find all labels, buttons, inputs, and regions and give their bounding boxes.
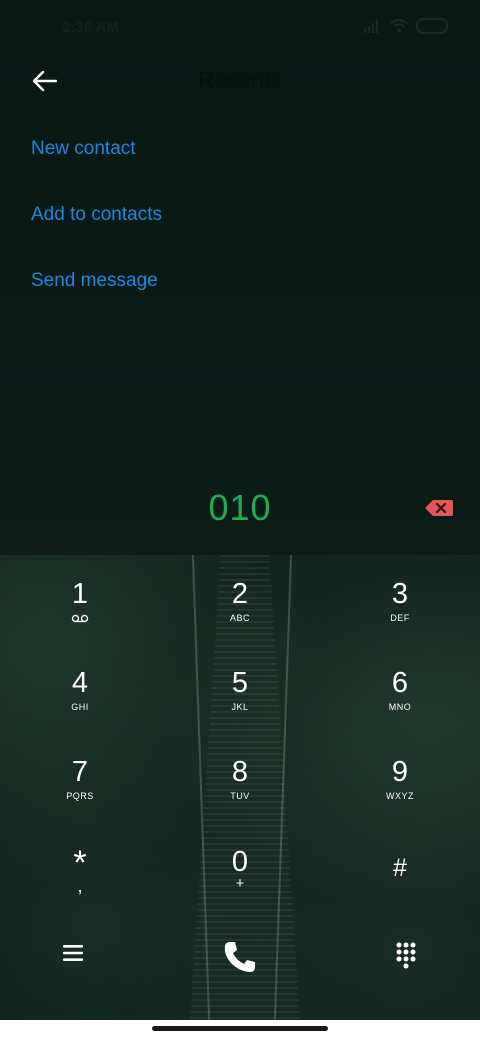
key-digit: 9 (391, 756, 409, 788)
voicemail-icon (71, 614, 89, 623)
key-star[interactable]: * , (20, 846, 140, 926)
key-digit: 7 (71, 756, 89, 788)
dialer-screen: 2:36 AM Recents New contact Add to conta… (0, 0, 480, 1020)
key-hash[interactable]: # (340, 846, 460, 926)
status-icons (364, 18, 448, 34)
menu-icon[interactable] (62, 943, 84, 963)
key-digit: 6 (391, 667, 409, 699)
navigation-bar (0, 1020, 480, 1040)
signal-icon (364, 19, 382, 33)
key-2[interactable]: 2 ABC (180, 578, 300, 658)
key-digit: * (73, 844, 87, 882)
phone-call-icon[interactable] (222, 939, 258, 975)
key-digit: 8 (231, 756, 249, 788)
key-plus-symbol: + (235, 875, 245, 892)
key-digit: 2 (231, 578, 249, 610)
new-contact-link[interactable]: New contact (31, 138, 136, 160)
key-pause-symbol: , (77, 876, 83, 896)
key-digit: 0 (231, 846, 249, 878)
key-digit: # (393, 854, 407, 882)
home-indicator[interactable] (152, 1026, 328, 1031)
key-digit: 1 (71, 578, 89, 610)
key-digit: 3 (391, 578, 409, 610)
top-bar: Recents (0, 56, 480, 106)
key-letters: TUV (230, 791, 250, 801)
wifi-icon (390, 19, 408, 33)
key-digit: 5 (231, 667, 249, 699)
page-title: Recents (197, 67, 283, 93)
key-3[interactable]: 3 DEF (340, 578, 460, 658)
key-letters: DEF (390, 613, 410, 623)
key-letters: PQRS (66, 791, 94, 801)
status-time: 2:36 AM (62, 19, 119, 36)
send-message-link[interactable]: Send message (31, 270, 158, 292)
key-letters: GHI (71, 702, 89, 712)
key-letters: ABC (229, 613, 250, 623)
key-4[interactable]: 4 GHI (20, 667, 140, 747)
key-9[interactable]: 9 WXYZ (340, 756, 460, 836)
key-0[interactable]: 0 + (180, 846, 300, 926)
key-letters: JKL (231, 702, 249, 712)
dialpad-icon[interactable] (395, 941, 417, 969)
key-1[interactable]: 1 (20, 578, 140, 658)
backspace-icon[interactable] (424, 497, 454, 519)
key-7[interactable]: 7 PQRS (20, 756, 140, 836)
key-8[interactable]: 8 TUV (180, 756, 300, 836)
add-to-contacts-link[interactable]: Add to contacts (31, 204, 162, 226)
key-6[interactable]: 6 MNO (340, 667, 460, 747)
dialed-number: 010 (208, 487, 272, 528)
key-letters: MNO (388, 702, 412, 712)
key-5[interactable]: 5 JKL (180, 667, 300, 747)
status-bar: 2:36 AM (0, 0, 480, 56)
battery-icon (416, 18, 448, 34)
key-letters: WXYZ (386, 791, 414, 801)
key-digit: 4 (71, 667, 89, 699)
